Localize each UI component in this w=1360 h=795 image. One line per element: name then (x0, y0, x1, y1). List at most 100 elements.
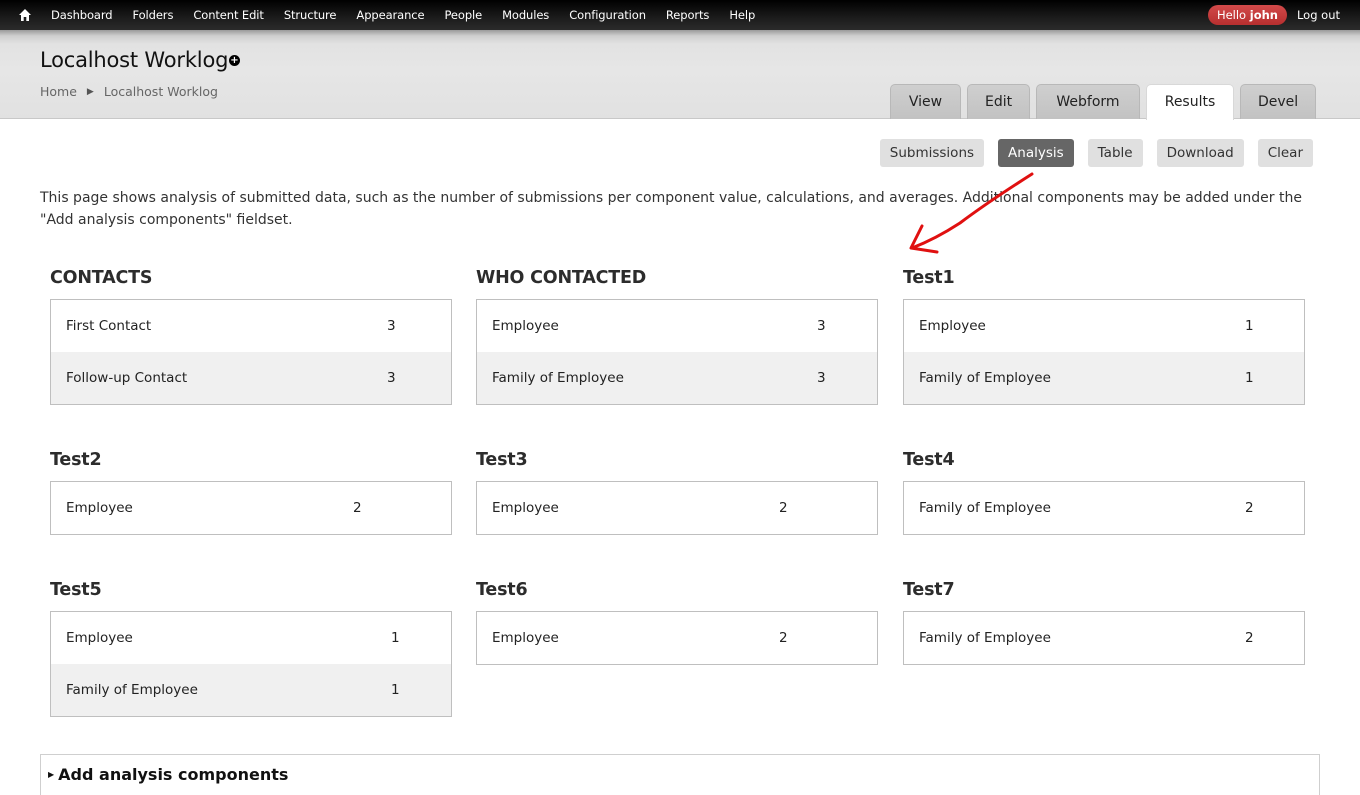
logout-link[interactable]: Log out (1297, 8, 1340, 22)
page-title: Localhost Worklog (40, 48, 229, 72)
tab-results[interactable]: Results (1146, 84, 1234, 120)
table-row: Employee 3 (477, 300, 877, 352)
collapsed-triangle-icon: ▶ (48, 770, 55, 779)
toolbar-item-configuration[interactable]: Configuration (559, 0, 656, 30)
component-table: Employee 2 (50, 481, 452, 535)
component-table: Employee 2 (476, 611, 878, 665)
row-count: 1 (1245, 318, 1254, 334)
toolbar-item-appearance[interactable]: Appearance (346, 0, 434, 30)
component-table: Employee 1 Family of Employee 1 (50, 611, 452, 717)
red-arrow-annotation (909, 172, 1034, 254)
subtab-analysis[interactable]: Analysis (998, 139, 1074, 167)
toolbar-item-reports[interactable]: Reports (656, 0, 719, 30)
username: john (1249, 8, 1278, 22)
row-count: 2 (1245, 630, 1254, 646)
tab-devel[interactable]: Devel (1240, 84, 1316, 119)
table-row: Family of Employee 2 (904, 482, 1304, 534)
toolbar-item-people[interactable]: People (434, 0, 492, 30)
table-row: Family of Employee 1 (51, 664, 451, 716)
subtab-table[interactable]: Table (1087, 139, 1143, 167)
component-table: Employee 1 Family of Employee 1 (903, 299, 1305, 405)
row-count: 3 (817, 370, 826, 386)
row-count: 3 (817, 318, 826, 334)
component-table: Family of Employee 2 (903, 481, 1305, 535)
breadcrumb-home[interactable]: Home (40, 84, 77, 99)
table-row: Family of Employee 1 (904, 352, 1304, 404)
toolbar-item-modules[interactable]: Modules (492, 0, 559, 30)
analysis-component: Test1 Employee 1 Family of Employee 1 (903, 268, 1305, 405)
component-title: CONTACTS (50, 268, 153, 288)
row-label: First Contact (66, 318, 152, 334)
primary-tabs: View Edit Webform Results Devel (890, 84, 1322, 120)
analysis-component: Test6 Employee 2 (476, 580, 878, 665)
greeting-prefix: Hello (1216, 8, 1247, 22)
add-analysis-components-fieldset: ▶ Add analysis components (40, 754, 1320, 795)
page-description: This page shows analysis of submitted da… (40, 190, 1302, 228)
secondary-tabs: Submissions Analysis Table Download Clea… (866, 139, 1313, 167)
analysis-component: WHO CONTACTED Employee 3 Family of Employee… (476, 268, 878, 405)
subtab-submissions[interactable]: Submissions (879, 139, 985, 167)
table-row: Employee 2 (477, 482, 877, 534)
row-count: 3 (387, 318, 396, 334)
analysis-component: Test7 Family of Employee 2 (903, 580, 1305, 665)
row-count: 2 (353, 500, 362, 516)
row-label: Employee (492, 500, 559, 516)
row-count: 1 (1245, 370, 1254, 386)
analysis-component: Test2 Employee 2 (50, 450, 452, 535)
component-title: Test6 (476, 580, 528, 600)
row-label: Employee (919, 318, 986, 334)
table-row: Employee 2 (51, 482, 451, 534)
component-title: Test5 (50, 580, 102, 600)
row-label: Family of Employee (66, 682, 198, 698)
add-shortcut-icon[interactable]: + (229, 55, 240, 66)
table-row: Follow-up Contact 3 (51, 352, 451, 404)
component-title: WHO CONTACTED (476, 268, 647, 288)
toolbar-item-dashboard[interactable]: Dashboard (40, 0, 123, 30)
row-label: Family of Employee (492, 370, 624, 386)
subtab-clear[interactable]: Clear (1257, 139, 1313, 167)
row-count: 3 (387, 370, 396, 386)
table-row: First Contact 3 (51, 300, 451, 352)
component-table: Family of Employee 2 (903, 611, 1305, 665)
subtab-download[interactable]: Download (1156, 139, 1244, 167)
page-header: Localhost Worklog + Home ▶ Localhost Wor… (0, 30, 1360, 120)
toolbar-menu: Dashboard Folders Content Edit Structure… (40, 0, 765, 30)
tab-edit[interactable]: Edit (967, 84, 1030, 119)
admin-toolbar: Dashboard Folders Content Edit Structure… (0, 0, 1360, 30)
component-table: Employee 3 Family of Employee 3 (476, 299, 878, 405)
home-link[interactable] (0, 0, 40, 30)
toolbar-item-folders[interactable]: Folders (123, 0, 184, 30)
row-label: Employee (66, 500, 133, 516)
analysis-component: Test5 Employee 1 Family of Employee 1 (50, 580, 452, 717)
row-label: Family of Employee (919, 500, 1051, 516)
component-title: Test1 (903, 268, 955, 288)
row-count: 2 (779, 630, 788, 646)
component-title: Test2 (50, 450, 102, 470)
toolbar-item-content-edit[interactable]: Content Edit (183, 0, 273, 30)
row-count: 1 (391, 630, 400, 646)
row-count: 1 (391, 682, 400, 698)
tab-view[interactable]: View (890, 84, 961, 119)
row-label: Follow-up Contact (66, 370, 188, 386)
breadcrumb: Home ▶ Localhost Worklog (40, 84, 218, 99)
table-row: Family of Employee 2 (904, 612, 1304, 664)
row-label: Employee (492, 630, 559, 646)
row-label: Employee (492, 318, 559, 334)
toolbar-item-help[interactable]: Help (719, 0, 765, 30)
fieldset-toggle[interactable]: ▶ Add analysis components (48, 765, 288, 784)
analysis-component: Test4 Family of Employee 2 (903, 450, 1305, 535)
analysis-component: CONTACTS First Contact 3 Follow-up Contact 3 (50, 268, 452, 405)
tab-webform[interactable]: Webform (1036, 84, 1140, 119)
toolbar-item-structure[interactable]: Structure (274, 0, 347, 30)
home-icon (19, 9, 31, 21)
row-count: 2 (779, 500, 788, 516)
fieldset-legend: Add analysis components (58, 765, 289, 784)
user-greeting[interactable]: Hello john (1207, 5, 1287, 25)
component-title: Test4 (903, 450, 955, 470)
table-row: Employee 1 (51, 612, 451, 664)
component-table: Employee 2 (476, 481, 878, 535)
component-table: First Contact 3 Follow-up Contact 3 (50, 299, 452, 405)
row-label: Family of Employee (919, 370, 1051, 386)
breadcrumb-current[interactable]: Localhost Worklog (104, 84, 218, 99)
analysis-component: Test3 Employee 2 (476, 450, 878, 535)
